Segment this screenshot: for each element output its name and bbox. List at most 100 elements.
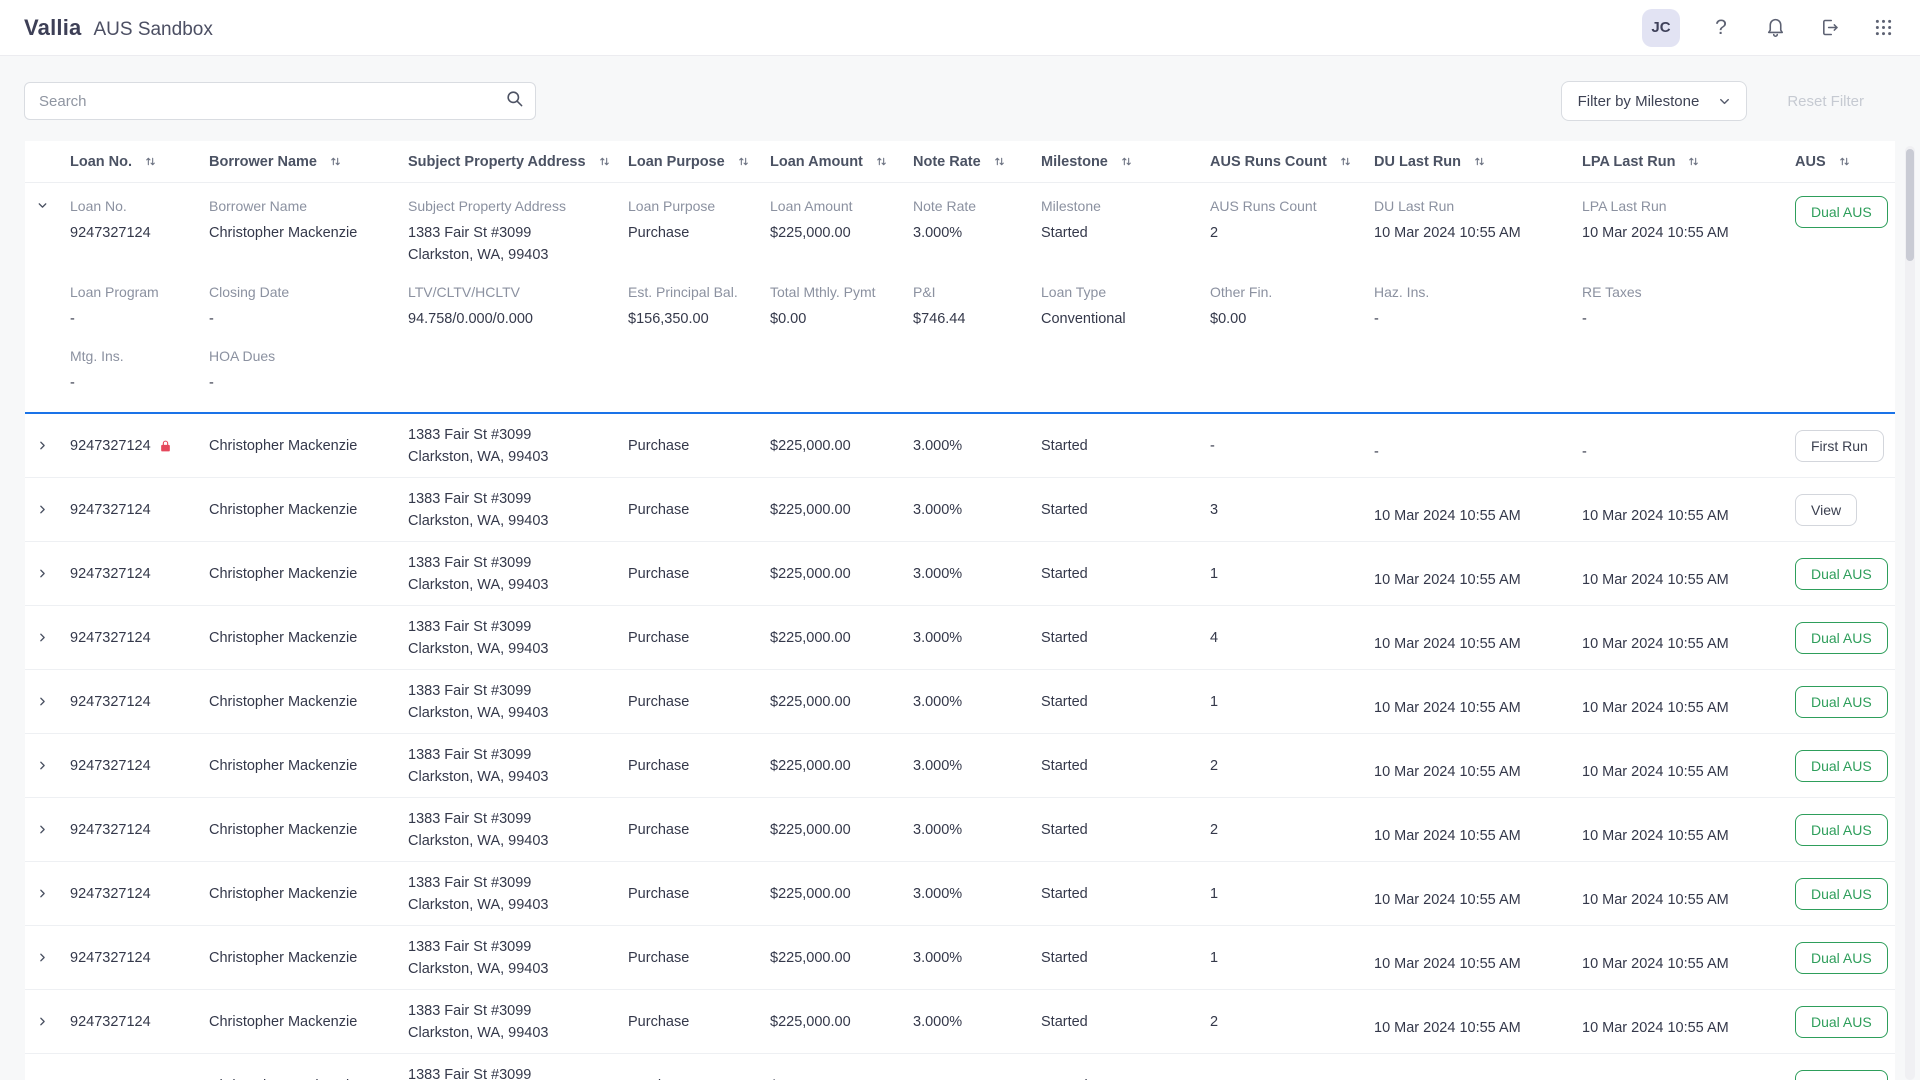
expanded-milestone: MilestoneStarted — [1041, 196, 1210, 244]
loan-number: 9247327124 — [70, 886, 151, 902]
loan-amount: $225,000.00 — [770, 694, 913, 710]
chevron-right-icon[interactable] — [36, 759, 49, 772]
chevron-right-icon[interactable] — [36, 503, 49, 516]
aus-action-button[interactable]: Dual AUS — [1795, 878, 1888, 910]
property-address: 1383 Fair St #3099Clarkston, WA, 99403 — [408, 424, 628, 468]
detail-hoa-dues: HOA Dues- — [209, 346, 408, 394]
property-address: 1383 Fair St #3099Clarkston, WA, 99403 — [408, 1064, 628, 1080]
chevron-right-icon[interactable] — [36, 567, 49, 580]
aus-runs-count: 1 — [1210, 950, 1374, 966]
table-row[interactable]: 9247327124 Christopher Mackenzie 1383 Fa… — [25, 606, 1895, 670]
sign-out-icon[interactable] — [1816, 15, 1842, 41]
aus-action-button[interactable]: View — [1795, 494, 1857, 526]
loan-number: 9247327124 — [70, 1014, 151, 1030]
help-icon[interactable]: ? — [1708, 15, 1734, 41]
expanded-runs-count: AUS Runs Count2 — [1210, 196, 1374, 244]
sort-icon[interactable] — [598, 155, 611, 168]
aus-action-button[interactable]: Dual AUS — [1795, 1070, 1888, 1080]
chevron-down-icon[interactable] — [36, 199, 49, 212]
chevron-right-icon[interactable] — [36, 823, 49, 836]
aus-action-button[interactable]: Dual AUS — [1795, 558, 1888, 590]
aus-action-button[interactable]: First Run — [1795, 430, 1884, 462]
du-last-run: 10 Mar 2024 10:55 AM — [1374, 828, 1582, 844]
borrower-name: Christopher Mackenzie — [209, 886, 408, 902]
loan-number: 9247327124 — [70, 694, 151, 710]
chevron-right-icon[interactable] — [36, 439, 49, 452]
table-row[interactable]: 9247327124 Christopher Mackenzie 1383 Fa… — [25, 798, 1895, 862]
chevron-right-icon[interactable] — [36, 1015, 49, 1028]
filter-toolbar: Filter by Milestone Reset Filter — [0, 82, 1920, 120]
sort-icon[interactable] — [1838, 155, 1851, 168]
apps-grid-icon[interactable] — [1870, 15, 1896, 41]
sort-icon[interactable] — [993, 155, 1006, 168]
sort-icon[interactable] — [329, 155, 342, 168]
milestone: Started — [1041, 566, 1210, 582]
chevron-right-icon[interactable] — [36, 887, 49, 900]
dual-aus-button[interactable]: Dual AUS — [1795, 196, 1888, 228]
borrower-name: Christopher Mackenzie — [209, 950, 408, 966]
table-row[interactable]: 9247327124 Christopher Mackenzie 1383 Fa… — [25, 926, 1895, 990]
property-address: 1383 Fair St #3099Clarkston, WA, 99403 — [408, 552, 628, 596]
aus-runs-count: 4 — [1210, 630, 1374, 646]
table-row[interactable]: 9247327124 Christopher Mackenzie 1383 Fa… — [25, 1054, 1895, 1080]
du-last-run: 10 Mar 2024 10:55 AM — [1374, 700, 1582, 716]
vertical-scrollbar[interactable] — [1905, 146, 1915, 1080]
detail-pi: P&I$746.44 — [913, 282, 1041, 330]
loan-amount: $225,000.00 — [770, 758, 913, 774]
loan-number: 9247327124 — [70, 950, 151, 966]
property-address: 1383 Fair St #3099Clarkston, WA, 99403 — [408, 936, 628, 980]
property-address: 1383 Fair St #3099Clarkston, WA, 99403 — [408, 744, 628, 788]
brand-area: Vallia AUS Sandbox — [24, 15, 213, 41]
du-last-run: 10 Mar 2024 10:55 AM — [1374, 508, 1582, 524]
expanded-loan-row: Loan No.9247327124 Borrower NameChristop… — [25, 183, 1895, 414]
sort-icon[interactable] — [1473, 155, 1486, 168]
sort-icon[interactable] — [1339, 155, 1352, 168]
lpa-last-run: 10 Mar 2024 10:55 AM — [1582, 700, 1795, 716]
table-row[interactable]: 9247327124 Christopher Mackenzie 1383 Fa… — [25, 670, 1895, 734]
aus-action-button[interactable]: Dual AUS — [1795, 622, 1888, 654]
sort-icon[interactable] — [737, 155, 750, 168]
note-rate: 3.000% — [913, 694, 1041, 710]
milestone-filter-dropdown[interactable]: Filter by Milestone — [1561, 81, 1748, 121]
milestone: Started — [1041, 630, 1210, 646]
lpa-last-run: 10 Mar 2024 10:55 AM — [1582, 956, 1795, 972]
table-row[interactable]: 9247327124 Christopher Mackenzie 1383 Fa… — [25, 862, 1895, 926]
loan-purpose: Purchase — [628, 822, 770, 838]
table-row[interactable]: 9247327124 Christopher Mackenzie 1383 Fa… — [25, 414, 1895, 478]
sort-icon[interactable] — [1120, 155, 1133, 168]
scrollbar-thumb[interactable] — [1906, 149, 1914, 261]
aus-action-button[interactable]: Dual AUS — [1795, 942, 1888, 974]
sort-icon[interactable] — [875, 155, 888, 168]
user-avatar[interactable]: JC — [1642, 9, 1680, 47]
aus-runs-count: 1 — [1210, 886, 1374, 902]
sort-icon[interactable] — [1687, 155, 1700, 168]
notifications-bell-icon[interactable] — [1762, 15, 1788, 41]
aus-action-button[interactable]: Dual AUS — [1795, 750, 1888, 782]
loan-number: 9247327124 — [70, 630, 151, 646]
du-last-run: 10 Mar 2024 10:55 AM — [1374, 1020, 1582, 1036]
loan-purpose: Purchase — [628, 950, 770, 966]
aus-action-button[interactable]: Dual AUS — [1795, 814, 1888, 846]
aus-action-button[interactable]: Dual AUS — [1795, 1006, 1888, 1038]
chevron-right-icon[interactable] — [36, 951, 49, 964]
search-input[interactable] — [24, 82, 536, 120]
table-row[interactable]: 9247327124 Christopher Mackenzie 1383 Fa… — [25, 478, 1895, 542]
property-address: 1383 Fair St #3099Clarkston, WA, 99403 — [408, 808, 628, 852]
table-row[interactable]: 9247327124 Christopher Mackenzie 1383 Fa… — [25, 542, 1895, 606]
expanded-du-last-run: DU Last Run10 Mar 2024 10:55 AM — [1374, 196, 1582, 244]
column-header-note-rate: Note Rate — [913, 154, 1041, 170]
chevron-right-icon[interactable] — [36, 695, 49, 708]
reset-filter-button[interactable]: Reset Filter — [1787, 93, 1864, 110]
chevron-right-icon[interactable] — [36, 631, 49, 644]
sort-icon[interactable] — [144, 155, 157, 168]
aus-action-button[interactable]: Dual AUS — [1795, 686, 1888, 718]
milestone-filter-label: Filter by Milestone — [1578, 93, 1700, 110]
chevron-down-icon — [1717, 94, 1732, 109]
lpa-last-run: 10 Mar 2024 10:55 AM — [1582, 828, 1795, 844]
table-row[interactable]: 9247327124 Christopher Mackenzie 1383 Fa… — [25, 734, 1895, 798]
loan-amount: $225,000.00 — [770, 630, 913, 646]
table-row[interactable]: 9247327124 Christopher Mackenzie 1383 Fa… — [25, 990, 1895, 1054]
loan-number: 9247327124 — [70, 438, 151, 454]
detail-loan-type: Loan TypeConventional — [1041, 282, 1210, 330]
milestone: Started — [1041, 438, 1210, 454]
